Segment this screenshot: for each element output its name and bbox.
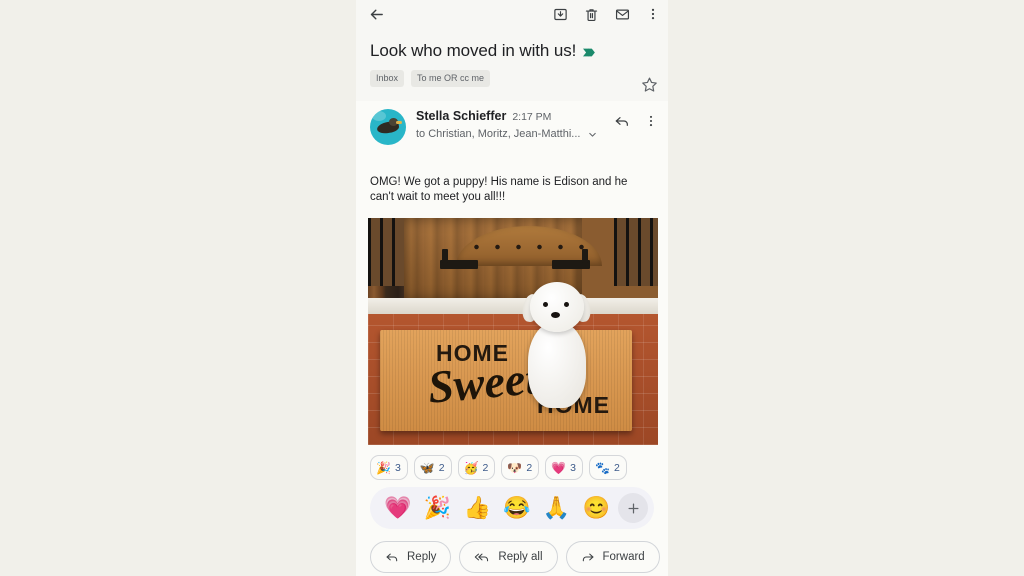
puppy-head [530,282,584,332]
attached-photo[interactable]: HOME Sweet HOME [368,218,658,445]
sender-info: Stella Schieffer 2:17 PM to Christian, M… [406,109,600,140]
reply-all-arrow-icon [474,550,490,564]
top-action-bar [356,0,668,28]
subject-row: Look who moved in with us! [370,40,654,63]
reply-all-button-label: Reply all [498,551,543,563]
reaction-count: 3 [570,461,576,474]
avatar-photo-bill [396,121,402,124]
reaction-chip[interactable]: 🐾 2 [588,455,627,480]
photo-hinge-left [440,249,478,269]
photo-door-studs [466,243,592,251]
label-chip-to-me[interactable]: To me OR cc me [411,70,491,87]
add-reaction-button[interactable] [618,493,649,523]
recipients-text: to Christian, Moritz, Jean-Matthi... [416,128,581,140]
archive-icon[interactable] [553,7,568,22]
photo-hinge-right [552,249,590,269]
reaction-count: 2 [526,461,533,474]
email-detail-screen: Look who moved in with us! Inbox To me O… [356,0,668,576]
reaction-chip[interactable]: 🐶 2 [501,455,540,480]
puppy-nose [551,312,560,318]
puppy-eye-left [543,302,548,307]
message-body-text: OMG! We got a puppy! His name is Edison … [370,176,628,203]
sender-name: Stella Schieffer [416,109,507,123]
growing-heart-icon: 💗 [551,460,567,475]
reply-arrow-icon [385,550,399,564]
picker-folded-hands-icon[interactable]: 🙏 [537,496,577,520]
reaction-chip-list: 🎉 3 🦋 2 🥳 2 🐶 2 💗 3 🐾 2 [356,445,668,480]
forward-button-label: Forward [602,551,645,563]
puppy-body [528,322,586,408]
avatar-highlight [372,111,386,121]
dog-face-icon: 🐶 [507,460,523,475]
reply-all-button[interactable]: Reply all [459,541,558,573]
delete-icon[interactable] [584,7,599,22]
reaction-count: 2 [438,461,445,474]
message-header: Stella Schieffer 2:17 PM to Christian, M… [356,101,668,145]
reply-action-bar: Reply Reply all Forward [356,529,668,573]
picker-growing-heart-icon[interactable]: 💗 [378,496,418,520]
reaction-count: 2 [613,461,620,474]
label-chip-list: Inbox To me OR cc me [370,70,654,101]
paw-prints-icon: 🐾 [594,460,610,475]
reaction-chip[interactable]: 🎉 3 [370,455,408,480]
chevron-down-icon[interactable] [587,129,598,140]
mark-unread-icon[interactable] [615,7,630,22]
photo-door-wall [368,218,658,301]
photo-puppy [520,278,593,408]
message-header-actions [600,109,658,129]
screenshot-root: Look who moved in with us! Inbox To me O… [0,0,1024,576]
puppy-eye-right [564,302,569,307]
reply-button[interactable]: Reply [370,541,452,573]
back-icon[interactable] [368,6,385,23]
message-more-options-icon[interactable] [644,114,658,128]
photo-gate-left [368,218,406,286]
avatar[interactable] [370,109,406,145]
more-options-icon[interactable] [646,7,660,21]
important-marker-icon [583,45,596,63]
reaction-chip[interactable]: 🥳 2 [457,455,496,480]
photo-doormat: HOME Sweet HOME [380,330,632,431]
picker-thumbs-up-icon[interactable]: 👍 [457,496,497,520]
message-timestamp: 2:17 PM [512,111,552,123]
party-popper-icon: 🎉 [376,460,391,475]
partying-face-icon: 🥳 [463,460,479,475]
butterfly-icon: 🦋 [419,460,435,475]
reply-button-label: Reply [407,551,437,563]
forward-button[interactable]: Forward [565,541,660,573]
reaction-chip[interactable]: 🦋 2 [413,455,452,480]
picker-smiling-face-icon[interactable]: 😊 [576,496,616,520]
recipients-row[interactable]: to Christian, Moritz, Jean-Matthi... [416,128,600,140]
label-chip-inbox[interactable]: Inbox [370,70,405,87]
photo-gate-right [614,218,658,286]
reply-icon[interactable] [614,113,630,129]
star-icon[interactable] [641,76,658,93]
sender-name-row: Stella Schieffer 2:17 PM [416,109,600,123]
emoji-picker-bar: 💗 🎉 👍 😂 🙏 😊 [370,487,654,529]
picker-face-with-tears-of-joy-icon[interactable]: 😂 [497,496,537,520]
reaction-chip[interactable]: 💗 3 [545,455,583,480]
picker-party-popper-icon[interactable]: 🎉 [418,496,458,520]
subject-section: Look who moved in with us! Inbox To me O… [356,28,668,101]
forward-arrow-icon [581,550,595,564]
reaction-count: 3 [394,461,401,474]
reaction-count: 2 [482,461,489,474]
page-title: Look who moved in with us! [370,41,577,60]
